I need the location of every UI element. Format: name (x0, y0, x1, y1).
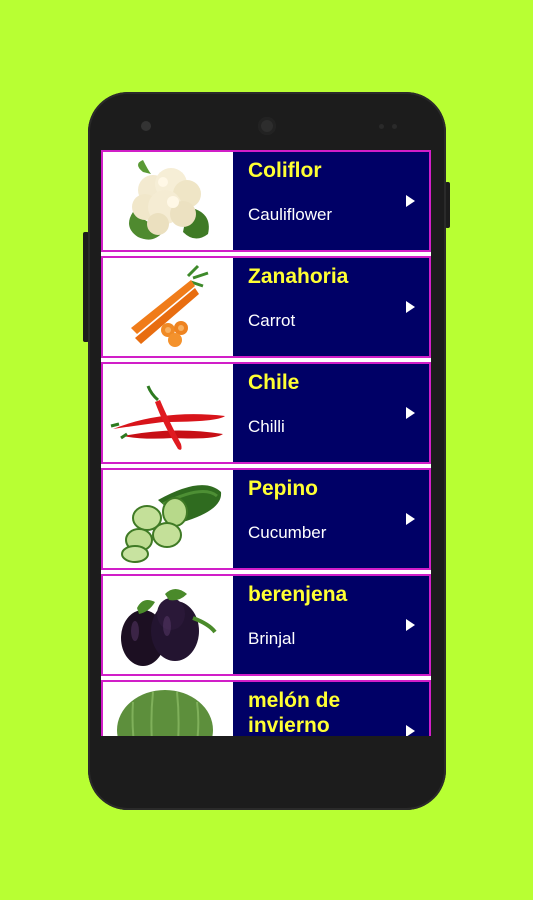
brinjal-image (103, 576, 233, 674)
spanish-word: Chile (248, 371, 300, 394)
english-word: Brinjal (248, 629, 296, 648)
english-word: Carrot (248, 311, 296, 330)
play-arrow-icon[interactable] (406, 513, 415, 525)
phone-sensor (379, 124, 384, 129)
list-item-chilli[interactable]: Chile Chilli (101, 362, 431, 464)
phone-sensor (392, 124, 397, 129)
winter-melon-image (103, 682, 233, 736)
play-arrow-icon[interactable] (406, 301, 415, 313)
chilli-image (103, 364, 233, 462)
english-word: Cucumber (248, 523, 327, 542)
spanish-word: berenjena (248, 583, 348, 606)
app-screen: Coliflor Cauliflower Zanahoria Carrot Ch… (101, 150, 431, 736)
list-item-brinjal[interactable]: berenjena Brinjal (101, 574, 431, 676)
list-item-carrot[interactable]: Zanahoria Carrot (101, 256, 431, 358)
spanish-word: Zanahoria (248, 265, 349, 288)
phone-speaker (141, 121, 151, 131)
spanish-word: Coliflor (248, 159, 322, 182)
spanish-word: Pepino (248, 477, 319, 500)
english-word: Chilli (248, 417, 285, 436)
carrot-image (103, 258, 233, 356)
play-arrow-icon[interactable] (406, 407, 415, 419)
cauliflower-image (103, 152, 233, 250)
play-arrow-icon[interactable] (406, 195, 415, 207)
list-item-cauliflower[interactable]: Coliflor Cauliflower (101, 150, 431, 252)
spanish-word: melón de invierno (248, 689, 341, 736)
play-arrow-icon[interactable] (406, 725, 415, 736)
list-item-winter-melon[interactable]: melón de invierno (101, 680, 431, 736)
phone-camera (258, 117, 276, 135)
cucumber-image (103, 470, 233, 568)
english-word: Cauliflower (248, 205, 333, 224)
list-item-cucumber[interactable]: Pepino Cucumber (101, 468, 431, 570)
vegetable-list: Coliflor Cauliflower Zanahoria Carrot Ch… (101, 150, 431, 736)
play-arrow-icon[interactable] (406, 619, 415, 631)
